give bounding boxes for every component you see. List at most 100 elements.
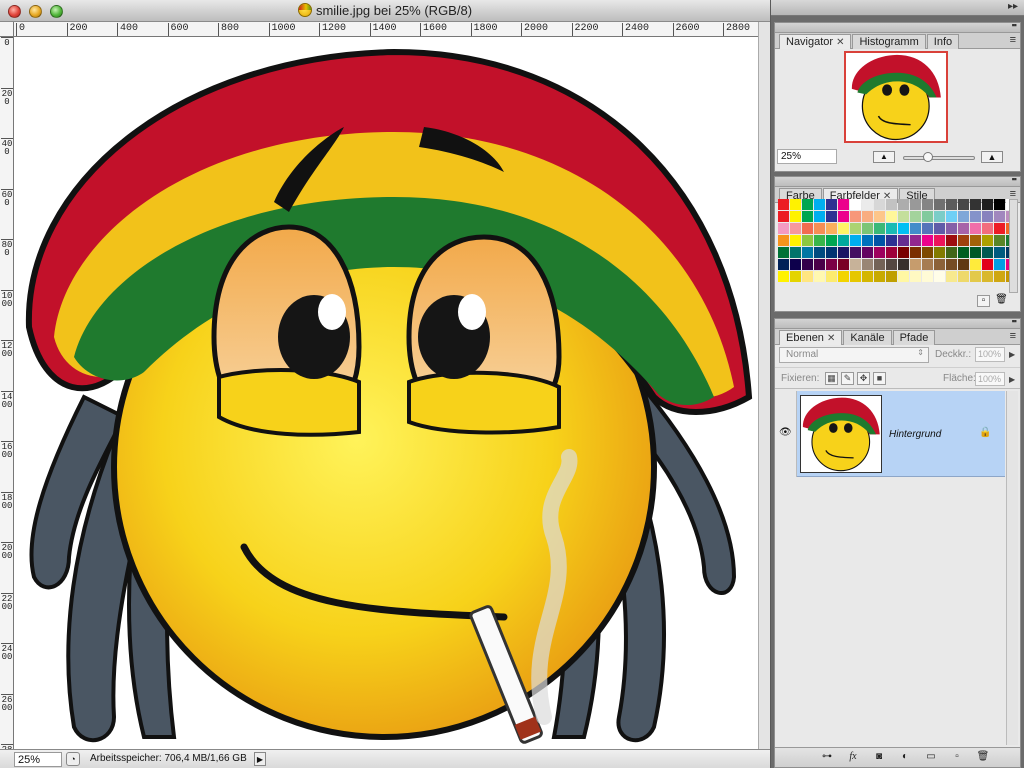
swatch[interactable] xyxy=(814,247,825,258)
swatch[interactable] xyxy=(838,271,849,282)
swatch[interactable] xyxy=(850,199,861,210)
tab-paths[interactable]: Pfade xyxy=(892,330,936,345)
swatch[interactable] xyxy=(874,211,885,222)
swatch[interactable] xyxy=(910,235,921,246)
swatch[interactable] xyxy=(850,271,861,282)
swatch[interactable] xyxy=(850,223,861,234)
swatch[interactable] xyxy=(958,271,969,282)
swatch[interactable] xyxy=(934,259,945,270)
layer-name[interactable]: Hintergrund xyxy=(889,429,941,440)
swatch[interactable] xyxy=(982,235,993,246)
swatch[interactable] xyxy=(778,223,789,234)
swatch[interactable] xyxy=(922,259,933,270)
vertical-ruler[interactable]: 0 200 400 600 800 1000 1200 1400 1600 1800 2000 220… xyxy=(0,37,14,749)
swatch[interactable] xyxy=(790,247,801,258)
swatch[interactable] xyxy=(886,223,897,234)
swatch[interactable] xyxy=(946,223,957,234)
swatch[interactable] xyxy=(898,235,909,246)
swatch[interactable] xyxy=(934,199,945,210)
swatch[interactable] xyxy=(994,211,1005,222)
swatch[interactable] xyxy=(958,235,969,246)
fx-icon[interactable]: fx xyxy=(845,751,861,764)
swatch[interactable] xyxy=(778,235,789,246)
layers-scrollbar[interactable] xyxy=(1006,391,1018,745)
swatch[interactable] xyxy=(898,259,909,270)
swatch[interactable] xyxy=(946,247,957,258)
swatch[interactable] xyxy=(970,223,981,234)
swatch[interactable] xyxy=(814,271,825,282)
swatch[interactable] xyxy=(958,259,969,270)
panel-header[interactable]: ▪▪ xyxy=(775,20,1020,33)
swatch[interactable] xyxy=(922,199,933,210)
swatch[interactable] xyxy=(898,223,909,234)
swatch[interactable] xyxy=(886,259,897,270)
swatch[interactable] xyxy=(970,271,981,282)
tab-histogram[interactable]: Histogramm xyxy=(852,34,926,49)
swatch[interactable] xyxy=(802,235,813,246)
lock-image-icon[interactable]: ✎ xyxy=(841,372,854,385)
swatch[interactable] xyxy=(898,271,909,282)
new-swatch-icon[interactable]: ▫ xyxy=(977,295,990,307)
mask-icon[interactable]: ◙ xyxy=(871,751,887,764)
swatch[interactable] xyxy=(946,259,957,270)
swatch[interactable] xyxy=(886,247,897,258)
navigator-zoom-field[interactable]: 25% xyxy=(777,149,837,164)
eye-icon[interactable]: 👁 xyxy=(779,427,793,438)
vertical-scrollbar[interactable] xyxy=(758,22,770,749)
swatch[interactable] xyxy=(778,211,789,222)
swatch[interactable] xyxy=(946,235,957,246)
swatch[interactable] xyxy=(802,199,813,210)
swatch[interactable] xyxy=(922,211,933,222)
adjustment-icon[interactable]: ◐ xyxy=(897,751,913,764)
trash-icon[interactable]: 🗑 xyxy=(975,751,991,764)
swatch[interactable] xyxy=(994,271,1005,282)
panel-grip-icon[interactable]: ▪▪ xyxy=(1012,20,1017,30)
swatch[interactable] xyxy=(946,271,957,282)
swatch[interactable] xyxy=(946,211,957,222)
swatch[interactable] xyxy=(838,211,849,222)
collapse-dock-icon[interactable]: ▸▸ xyxy=(1008,1,1018,12)
swatch[interactable] xyxy=(874,235,885,246)
swatch[interactable] xyxy=(814,259,825,270)
zoom-out-icon[interactable]: ▲ xyxy=(873,151,895,163)
swatch[interactable] xyxy=(814,199,825,210)
swatch[interactable] xyxy=(826,223,837,234)
swatch[interactable] xyxy=(910,271,921,282)
swatch[interactable] xyxy=(814,211,825,222)
swatch[interactable] xyxy=(994,235,1005,246)
swatch[interactable] xyxy=(922,223,933,234)
tab-info[interactable]: Info xyxy=(926,34,960,49)
swatch[interactable] xyxy=(802,259,813,270)
swatch[interactable] xyxy=(922,235,933,246)
swatch[interactable] xyxy=(826,199,837,210)
swatch[interactable] xyxy=(838,199,849,210)
swatch[interactable] xyxy=(862,247,873,258)
swatch[interactable] xyxy=(958,211,969,222)
swatch[interactable] xyxy=(898,211,909,222)
swatches-scrollbar[interactable] xyxy=(1009,199,1018,293)
swatch[interactable] xyxy=(862,259,873,270)
swatch[interactable] xyxy=(898,247,909,258)
swatch[interactable] xyxy=(790,223,801,234)
image-canvas[interactable] xyxy=(14,37,758,749)
swatch[interactable] xyxy=(982,199,993,210)
swatch[interactable] xyxy=(814,235,825,246)
swatch[interactable] xyxy=(850,259,861,270)
swatch[interactable] xyxy=(958,199,969,210)
swatch[interactable] xyxy=(778,199,789,210)
close-tab-icon[interactable]: ✕ xyxy=(827,333,835,344)
title-bar[interactable]: smilie.jpg bei 25% (RGB/8) xyxy=(0,0,770,22)
opacity-arrow-icon[interactable]: ▶ xyxy=(1009,350,1015,359)
swatch[interactable] xyxy=(874,259,885,270)
swatch[interactable] xyxy=(994,223,1005,234)
swatch[interactable] xyxy=(982,259,993,270)
swatch[interactable] xyxy=(790,271,801,282)
swatch[interactable] xyxy=(982,271,993,282)
swatch[interactable] xyxy=(970,199,981,210)
swatch[interactable] xyxy=(910,199,921,210)
swatch[interactable] xyxy=(838,247,849,258)
swatch[interactable] xyxy=(850,247,861,258)
swatch[interactable] xyxy=(910,211,921,222)
swatch[interactable] xyxy=(802,211,813,222)
swatch[interactable] xyxy=(970,247,981,258)
